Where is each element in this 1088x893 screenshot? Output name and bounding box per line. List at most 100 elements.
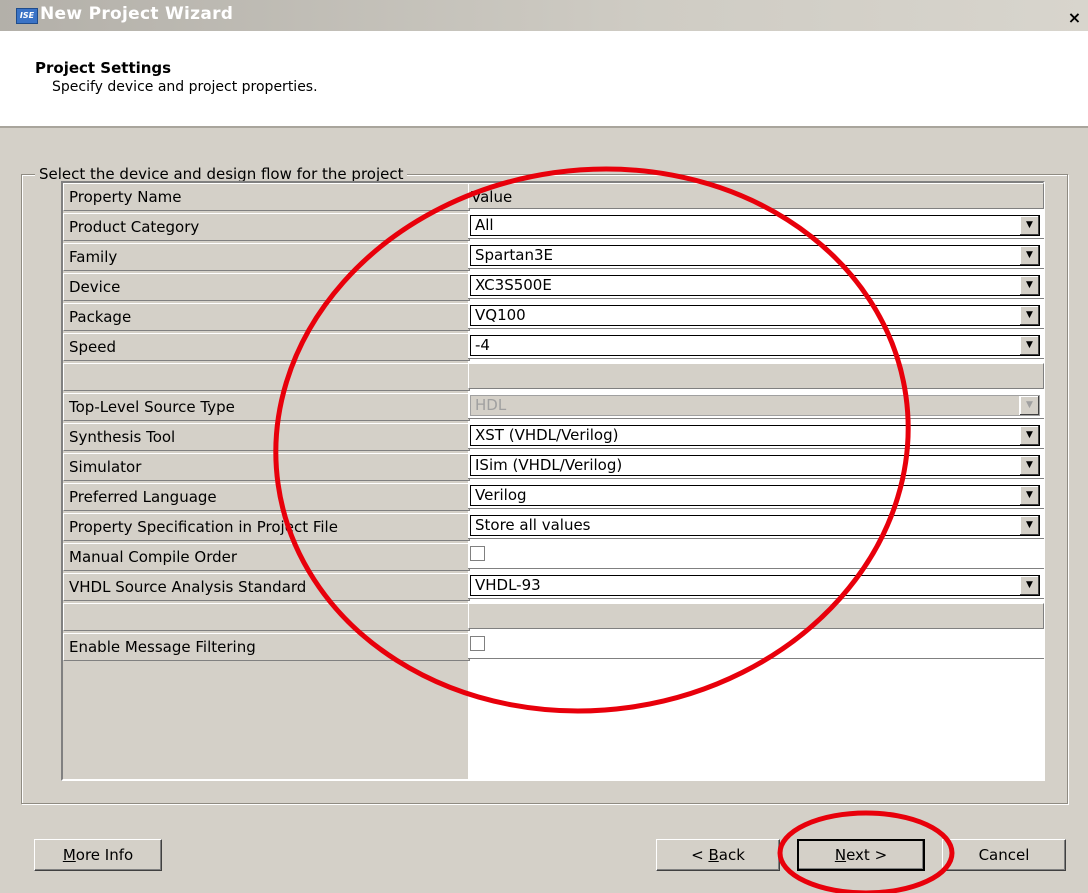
property-name-cell: Device [63,273,470,301]
property-value-cell: ISim (VHDL/Verilog) ▼ [468,453,1044,479]
dropdown-selected-value: XST (VHDL/Verilog) [475,426,619,444]
property-value-cell: XST (VHDL/Verilog) ▼ [468,423,1044,449]
grid-row: Package VQ100 ▼ [63,303,1044,331]
chevron-down-icon[interactable]: ▼ [1019,426,1039,445]
chevron-down-icon[interactable]: ▼ [1019,486,1039,505]
property-name-cell: Package [63,303,470,331]
chevron-down-icon[interactable]: ▼ [1019,246,1039,265]
property-value-cell: Verilog ▼ [468,483,1044,509]
grid-row [63,363,1044,391]
property-name-cell: Enable Message Filtering [63,633,470,661]
value-dropdown[interactable]: Store all values ▼ [470,515,1040,536]
property-grid: Property Name Value Product Category All ▼… [61,181,1045,781]
value-dropdown[interactable]: Spartan3E ▼ [470,245,1040,266]
property-name-cell: Product Category [63,213,470,241]
value-dropdown[interactable]: VQ100 ▼ [470,305,1040,326]
property-value-cell: VQ100 ▼ [468,303,1044,329]
value-dropdown[interactable]: All ▼ [470,215,1040,236]
property-name-cell: Simulator [63,453,470,481]
property-value-cell: VHDL-93 ▼ [468,573,1044,599]
property-value-cell: All ▼ [468,213,1044,239]
page-title: Project Settings [35,59,172,77]
dropdown-selected-value: Store all values [475,516,591,534]
property-name-cell: Property Specification in Project File [63,513,470,541]
dropdown-selected-value: Verilog [475,486,527,504]
back-label-prefix: < [691,846,709,864]
dropdown-selected-value: VQ100 [475,306,526,324]
value-dropdown[interactable]: XST (VHDL/Verilog) ▼ [470,425,1040,446]
dropdown-selected-value: Spartan3E [475,246,554,264]
chevron-down-icon[interactable]: ▼ [1019,576,1039,595]
grid-row: Synthesis Tool XST (VHDL/Verilog) ▼ [63,423,1044,451]
property-name-cell: Top-Level Source Type [63,393,470,421]
chevron-down-icon[interactable]: ▼ [1019,216,1039,235]
more-info-mnemonic: M [62,846,76,864]
chevron-down-icon[interactable]: ▼ [1019,516,1039,535]
chevron-down-icon[interactable]: ▼ [1019,306,1039,325]
back-mnemonic: B [708,846,719,864]
ise-app-icon: ISE [16,8,38,24]
grid-row: Simulator ISim (VHDL/Verilog) ▼ [63,453,1044,481]
dropdown-selected-value: All [475,216,494,234]
chevron-down-icon[interactable]: ▼ [1019,276,1039,295]
grid-header-row: Property Name Value [63,183,1044,211]
property-value-cell: -4 ▼ [468,333,1044,359]
property-name-cell: Family [63,243,470,271]
property-name-cell: Preferred Language [63,483,470,511]
dropdown-selected-value: VHDL-93 [475,576,541,594]
next-button[interactable]: Next > [797,839,925,871]
dropdown-selected-value: XC3S500E [475,276,552,294]
page-subtitle: Specify device and project properties. [52,79,318,95]
more-info-label-rest: ore Info [75,846,134,864]
dropdown-selected-value: ISim (VHDL/Verilog) [475,456,623,474]
grid-row: Product Category All ▼ [63,213,1044,241]
property-name-cell [63,603,470,631]
back-label-rest: ack [718,846,745,864]
value-checkbox[interactable] [470,546,485,561]
col-header-property-name: Property Name [63,183,470,211]
property-value-cell [468,633,1044,659]
dropdown-selected-value: HDL [475,396,507,414]
property-name-cell [63,363,470,391]
window-title: New Project Wizard [40,4,234,24]
value-checkbox[interactable] [470,636,485,651]
property-value-cell [468,543,1044,569]
close-icon[interactable]: × [1066,9,1083,26]
value-dropdown[interactable]: VHDL-93 ▼ [470,575,1040,596]
col-header-value: Value [468,183,1044,209]
grid-row: Speed -4 ▼ [63,333,1044,361]
grid-row: Preferred Language Verilog ▼ [63,483,1044,511]
chevron-down-icon[interactable]: ▼ [1019,336,1039,355]
grid-row: Top-Level Source Type HDL ▼ [63,393,1044,421]
property-name-cell: Manual Compile Order [63,543,470,571]
value-dropdown[interactable]: Verilog ▼ [470,485,1040,506]
grid-row: Manual Compile Order [63,543,1044,571]
chevron-down-icon: ▼ [1019,396,1039,415]
grid-row: VHDL Source Analysis Standard VHDL-93 ▼ [63,573,1044,601]
value-dropdown: HDL ▼ [470,395,1040,416]
value-dropdown[interactable]: XC3S500E ▼ [470,275,1040,296]
more-info-button[interactable]: More Info [34,839,162,871]
grid-row: Enable Message Filtering [63,633,1044,661]
back-button[interactable]: < Back [656,839,780,871]
chevron-down-icon[interactable]: ▼ [1019,456,1039,475]
grid-row: Property Specification in Project File St… [63,513,1044,541]
property-name-cell: VHDL Source Analysis Standard [63,573,470,601]
grid-row [63,603,1044,631]
property-value-cell [468,603,1044,629]
property-name-cell: Speed [63,333,470,361]
property-value-cell [468,363,1044,389]
wizard-header: Project Settings Specify device and proj… [0,31,1088,128]
grid-row: Device XC3S500E ▼ [63,273,1044,301]
property-value-cell: XC3S500E ▼ [468,273,1044,299]
property-value-cell: Spartan3E ▼ [468,243,1044,269]
cancel-button[interactable]: Cancel [942,839,1066,871]
title-bar: ISE New Project Wizard × [0,0,1088,32]
next-label-rest: ext > [846,846,888,864]
value-dropdown[interactable]: ISim (VHDL/Verilog) ▼ [470,455,1040,476]
grid-row: Family Spartan3E ▼ [63,243,1044,271]
property-name-cell: Synthesis Tool [63,423,470,451]
value-dropdown[interactable]: -4 ▼ [470,335,1040,356]
dropdown-selected-value: -4 [475,336,490,354]
next-mnemonic: N [834,846,847,864]
